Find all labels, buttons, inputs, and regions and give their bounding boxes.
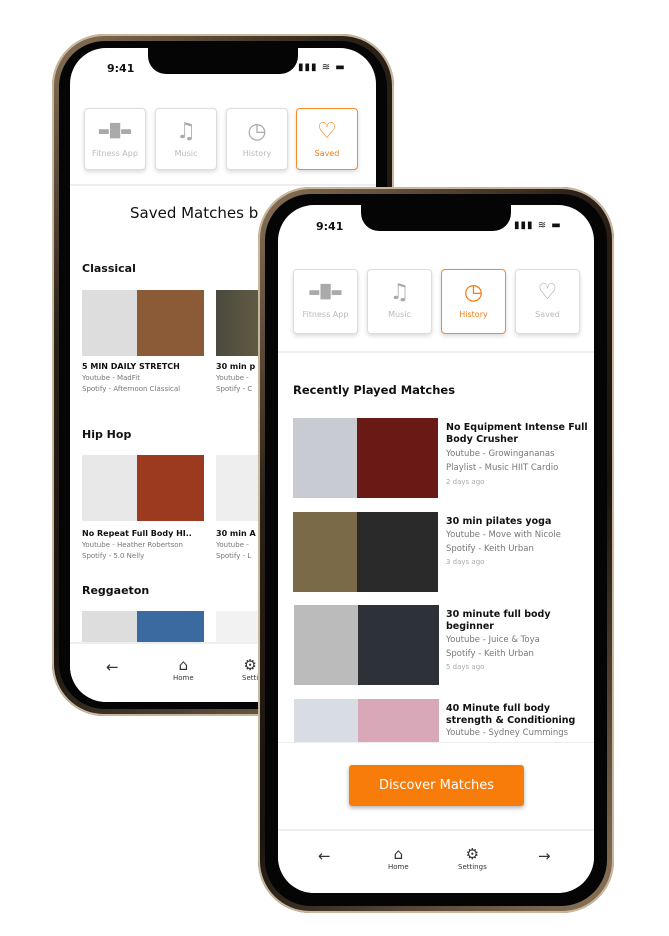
tab-music[interactable]: ♫ Music [367, 269, 432, 334]
clock-icon: ◷ [463, 280, 484, 305]
back-button[interactable]: ← [106, 658, 119, 676]
page-title: Saved Matches b [130, 204, 259, 222]
music-note-icon: ♫ [389, 280, 410, 305]
dumbbell-icon: ▬█▬ [97, 124, 133, 139]
notch [361, 205, 511, 231]
back-button[interactable]: ← [318, 847, 331, 865]
bottom-nav: ← ⌂ Home ⚙ Settings → [278, 829, 594, 893]
tab-music[interactable]: ♫ Music [155, 108, 217, 170]
heart-icon: ♡ [317, 119, 337, 144]
divider [278, 351, 594, 353]
front-phone-screen: 9:41 ▮▮▮ ≋ ▬ ▬█▬ Fitness App ♫ Music ◷ Hist… [278, 205, 594, 893]
section-hip-hop: Hip Hop [82, 428, 132, 441]
status-icons: ▮▮▮ ≋ ▬ [298, 62, 346, 73]
page-title: Recently Played Matches [293, 383, 456, 397]
card-thumbnail[interactable] [82, 455, 204, 521]
settings-button[interactable]: ⚙ Settings [458, 845, 487, 871]
tab-history[interactable]: ◷ History [441, 269, 506, 334]
item-thumbnail [294, 605, 439, 685]
clock-icon: ◷ [247, 119, 267, 144]
status-time: 9:41 [107, 62, 135, 75]
tab-history[interactable]: ◷ History [226, 108, 288, 170]
heart-icon: ♡ [537, 280, 558, 305]
tab-saved[interactable]: ♡ Saved [515, 269, 580, 334]
settings-button[interactable]: ⚙ Setti [242, 656, 258, 682]
forward-button[interactable]: → [538, 847, 551, 865]
notch [148, 48, 298, 74]
arrow-left-icon: ← [106, 658, 119, 676]
item-thumbnail [293, 418, 438, 498]
status-icons: ▮▮▮ ≋ ▬ [514, 220, 562, 231]
divider [70, 184, 376, 186]
divider [278, 742, 594, 743]
gear-icon: ⚙ [465, 845, 480, 863]
home-button[interactable]: ⌂ Home [388, 845, 409, 871]
tab-fitness-app[interactable]: ▬█▬ Fitness App [293, 269, 358, 334]
dumbbell-icon: ▬█▬ [308, 285, 343, 300]
item-thumbnail [294, 699, 439, 742]
history-list: No Equipment Intense Full Body Crusher Y… [278, 415, 594, 742]
music-note-icon: ♫ [176, 119, 196, 144]
tab-fitness-app[interactable]: ▬█▬ Fitness App [84, 108, 146, 170]
section-reggaeton: Reggaeton [82, 584, 150, 597]
card-thumbnail[interactable] [82, 290, 204, 356]
tab-saved[interactable]: ♡ Saved [296, 108, 358, 170]
item-thumbnail [293, 512, 438, 592]
arrow-right-icon: → [538, 847, 551, 865]
discover-matches-button[interactable]: Discover Matches [349, 765, 524, 806]
home-icon: ⌂ [393, 845, 404, 863]
arrow-left-icon: ← [318, 847, 331, 865]
front-phone-frame: 9:41 ▮▮▮ ≋ ▬ ▬█▬ Fitness App ♫ Music ◷ Hist… [258, 187, 614, 913]
section-classical: Classical [82, 262, 136, 275]
home-icon: ⌂ [178, 656, 189, 674]
home-button[interactable]: ⌂ Home [173, 656, 194, 682]
status-time: 9:41 [316, 220, 344, 233]
gear-icon: ⚙ [243, 656, 257, 674]
